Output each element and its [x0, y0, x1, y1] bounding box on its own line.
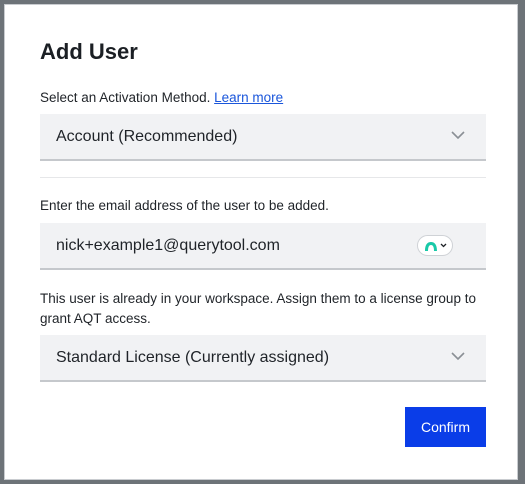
dialog-title: Add User: [40, 39, 138, 64]
chevron-down-icon: [440, 243, 446, 248]
password-manager-icon[interactable]: [417, 235, 453, 256]
activation-method-value: Account (Recommended): [56, 127, 238, 145]
activation-method-text: Select an Activation Method.: [40, 90, 211, 105]
license-group-select[interactable]: Standard License (Currently assigned): [40, 335, 486, 382]
activation-method-select[interactable]: Account (Recommended): [40, 114, 486, 161]
email-field[interactable]: nick+example1@querytool.com: [40, 223, 486, 270]
confirm-button[interactable]: Confirm: [405, 407, 486, 447]
chevron-down-icon: [451, 352, 465, 361]
chevron-down-icon: [451, 131, 465, 140]
activation-method-label: Select an Activation Method. Learn more: [40, 88, 283, 108]
license-group-value: Standard License (Currently assigned): [56, 348, 330, 366]
learn-more-link[interactable]: Learn more: [214, 90, 283, 105]
extension-logo-icon: [424, 241, 437, 251]
section-divider: [40, 177, 486, 178]
email-label: Enter the email address of the user to b…: [40, 198, 329, 213]
add-user-dialog: Add User Select an Activation Method. Le…: [4, 4, 518, 480]
license-notice: This user is already in your workspace. …: [40, 291, 476, 326]
